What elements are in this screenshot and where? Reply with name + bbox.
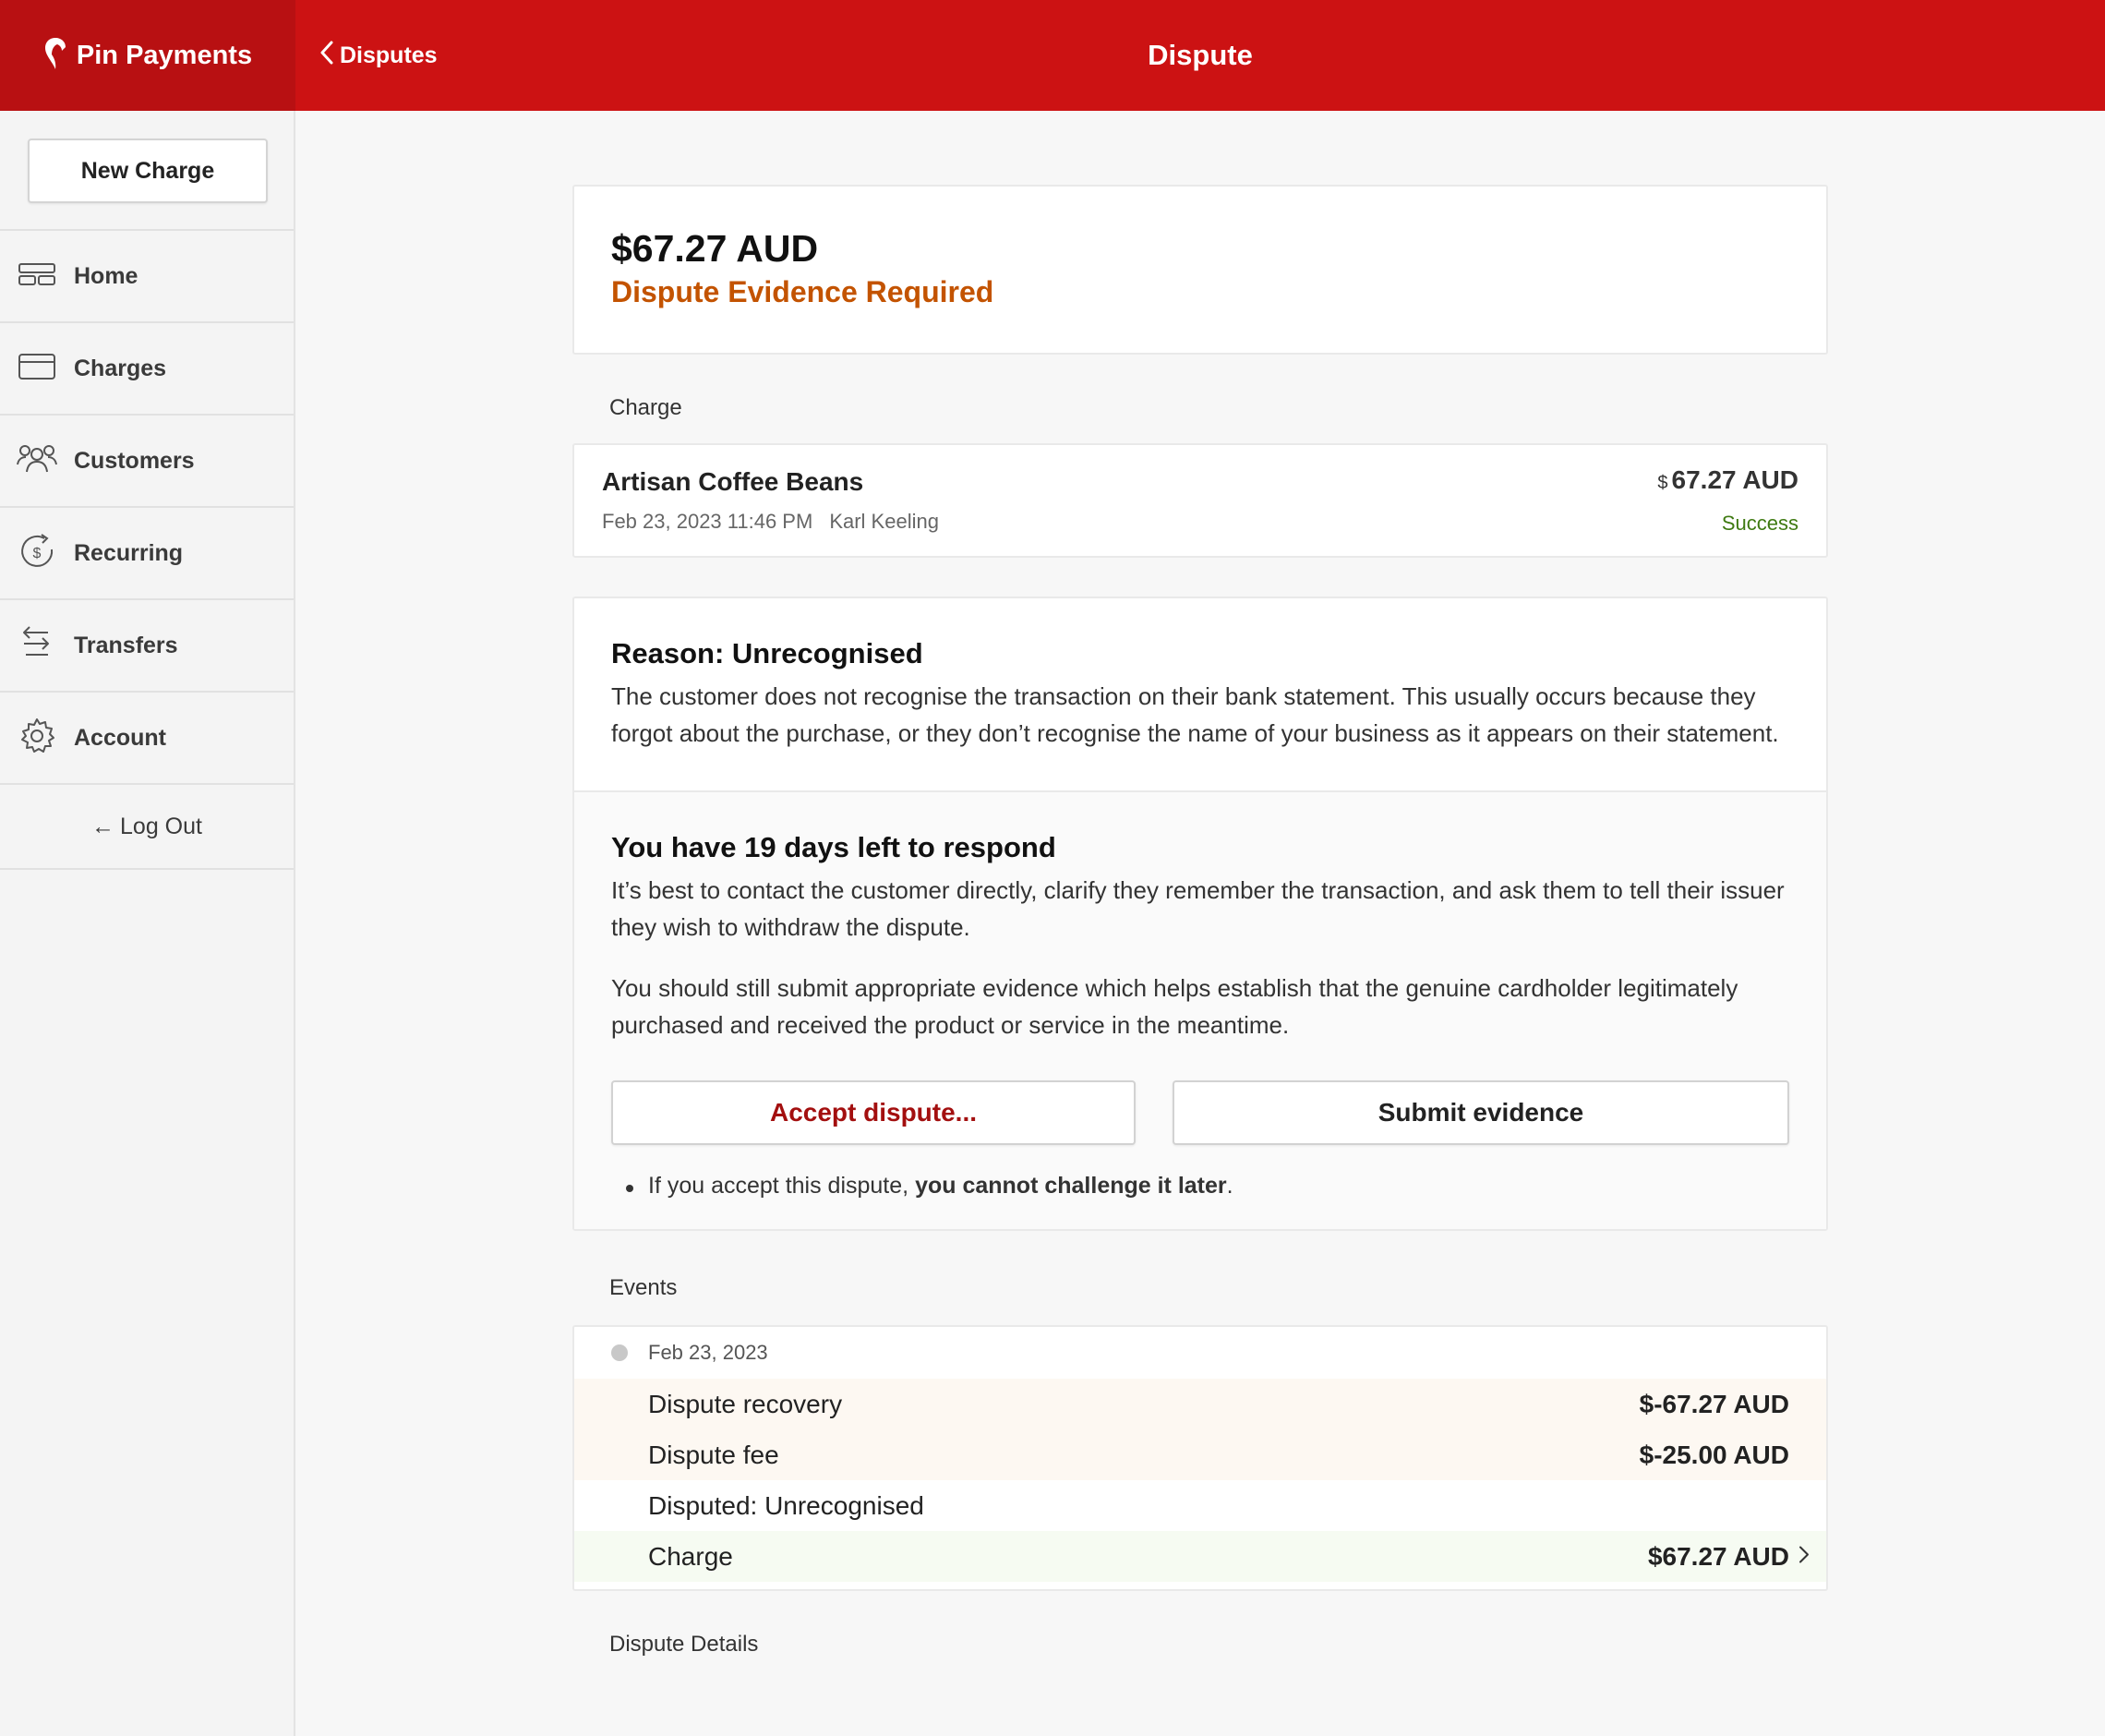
- sidebar-item-transfers[interactable]: Transfers: [0, 600, 294, 693]
- charge-section-label: Charge: [609, 395, 682, 420]
- event-amount: $-25.00 AUD: [1639, 1440, 1789, 1469]
- back-to-disputes-link[interactable]: Disputes: [319, 0, 438, 111]
- charge-title: Artisan Coffee Beans: [602, 467, 864, 496]
- sidebar-item-label: Transfers: [74, 632, 178, 658]
- charge-customer: Karl Keeling: [829, 510, 939, 533]
- currency-symbol: $: [1657, 473, 1668, 493]
- dispute-amount: $67.27 AUD: [611, 227, 819, 270]
- reason-block: Reason: Unrecognised The customer does n…: [574, 598, 1826, 792]
- respond-title: You have 19 days left to respond: [611, 831, 1056, 863]
- event-amount: $67.27 AUD: [1647, 1541, 1789, 1571]
- logout-label: Log Out: [120, 813, 202, 839]
- sidebar-nav: Home Charges Customers $ Recurring Trans…: [0, 229, 294, 870]
- gear-icon: [17, 716, 57, 761]
- brand[interactable]: Pin Payments: [0, 0, 295, 111]
- dispute-status: Dispute Evidence Required: [611, 275, 994, 308]
- note-prefix: If you accept this dispute,: [648, 1173, 916, 1199]
- transfers-icon: [17, 623, 57, 669]
- dispute-reason-card: Reason: Unrecognised The customer does n…: [572, 597, 1828, 1231]
- new-charge-button[interactable]: New Charge: [28, 139, 268, 203]
- event-name: Dispute fee: [648, 1440, 779, 1469]
- page-title: Dispute: [1148, 39, 1253, 71]
- sidebar-item-home[interactable]: Home: [0, 231, 294, 323]
- sidebar-item-label: Charges: [74, 355, 167, 381]
- sidebar-item-customers[interactable]: Customers: [0, 416, 294, 508]
- event-date: Feb 23, 2023: [648, 1341, 768, 1364]
- events-card: Feb 23, 2023 Dispute recovery $-67.27 AU…: [572, 1325, 1828, 1591]
- sidebar-item-charges[interactable]: Charges: [0, 323, 294, 416]
- sidebar-item-recurring[interactable]: $ Recurring: [0, 508, 294, 600]
- back-link-label: Disputes: [340, 42, 438, 68]
- event-name: Disputed: Unrecognised: [648, 1490, 924, 1520]
- events-section-label: Events: [609, 1275, 678, 1300]
- reason-text: The customer does not recognise the tran…: [611, 682, 1779, 747]
- reason-title: Reason: Unrecognised: [611, 637, 923, 669]
- charge-status: Success: [1721, 512, 1798, 535]
- accept-dispute-button[interactable]: Accept dispute...: [611, 1080, 1136, 1145]
- dispute-summary-card: $67.27 AUD Dispute Evidence Required: [572, 185, 1828, 355]
- respond-text-2: You should still submit appropriate evid…: [611, 974, 1738, 1039]
- event-row: Dispute fee $-25.00 AUD: [574, 1429, 1826, 1480]
- logout-link[interactable]: ← Log Out: [0, 785, 294, 870]
- event-row-charge-link[interactable]: Charge $67.27 AUD: [574, 1531, 1826, 1582]
- sidebar-item-label: Home: [74, 262, 138, 289]
- respond-block: You have 19 days left to respond It’s be…: [574, 792, 1826, 1229]
- note-bold: you cannot challenge it later: [915, 1173, 1227, 1199]
- home-icon: [17, 254, 57, 299]
- sidebar-item-label: Account: [74, 724, 166, 751]
- dispute-details-label: Dispute Details: [609, 1632, 759, 1657]
- customers-icon: [17, 439, 57, 484]
- main-content: $67.27 AUD Dispute Evidence Required Cha…: [572, 185, 1828, 1658]
- arrow-left-icon: ←: [91, 813, 115, 839]
- event-row: Disputed: Unrecognised: [574, 1480, 1826, 1531]
- svg-text:$: $: [33, 546, 42, 561]
- charge-date: Feb 23, 2023 11:46 PM: [602, 510, 813, 533]
- respond-text-1: It’s best to contact the customer direct…: [611, 876, 1785, 941]
- charge-amount: $67.27 AUD: [1657, 465, 1798, 495]
- sidebar-item-account[interactable]: Account: [0, 693, 294, 785]
- brand-name: Pin Payments: [76, 40, 253, 70]
- sidebar-item-label: Customers: [74, 447, 195, 474]
- card-icon: [17, 346, 57, 392]
- event-amount: $-67.27 AUD: [1639, 1389, 1789, 1418]
- note-suffix: .: [1226, 1173, 1233, 1199]
- submit-evidence-button[interactable]: Submit evidence: [1173, 1080, 1789, 1145]
- pin-logo-icon: [43, 36, 67, 76]
- chevron-right-icon: [1798, 1545, 1810, 1568]
- charge-card[interactable]: Artisan Coffee Beans Feb 23, 2023 11:46 …: [572, 443, 1828, 558]
- timeline-dot: [611, 1344, 628, 1361]
- accept-warning-note: If you accept this dispute, you cannot c…: [611, 1173, 1789, 1200]
- recurring-icon: $: [17, 531, 57, 576]
- top-bar: Pin Payments Disputes Dispute: [0, 0, 2105, 111]
- action-buttons: Accept dispute... Submit evidence: [611, 1080, 1789, 1145]
- charge-meta: Feb 23, 2023 11:46 PM Karl Keeling: [602, 510, 939, 534]
- event-name: Dispute recovery: [648, 1389, 843, 1418]
- sidebar: New Charge Home Charges Customers $ Recu…: [0, 111, 295, 1736]
- event-date-row: Feb 23, 2023: [574, 1327, 1826, 1379]
- event-row: Dispute recovery $-67.27 AUD: [574, 1379, 1826, 1429]
- charge-amount-value: 67.27 AUD: [1671, 465, 1798, 494]
- event-name: Charge: [648, 1541, 733, 1571]
- sidebar-item-label: Recurring: [74, 539, 184, 566]
- chevron-left-icon: [319, 41, 334, 71]
